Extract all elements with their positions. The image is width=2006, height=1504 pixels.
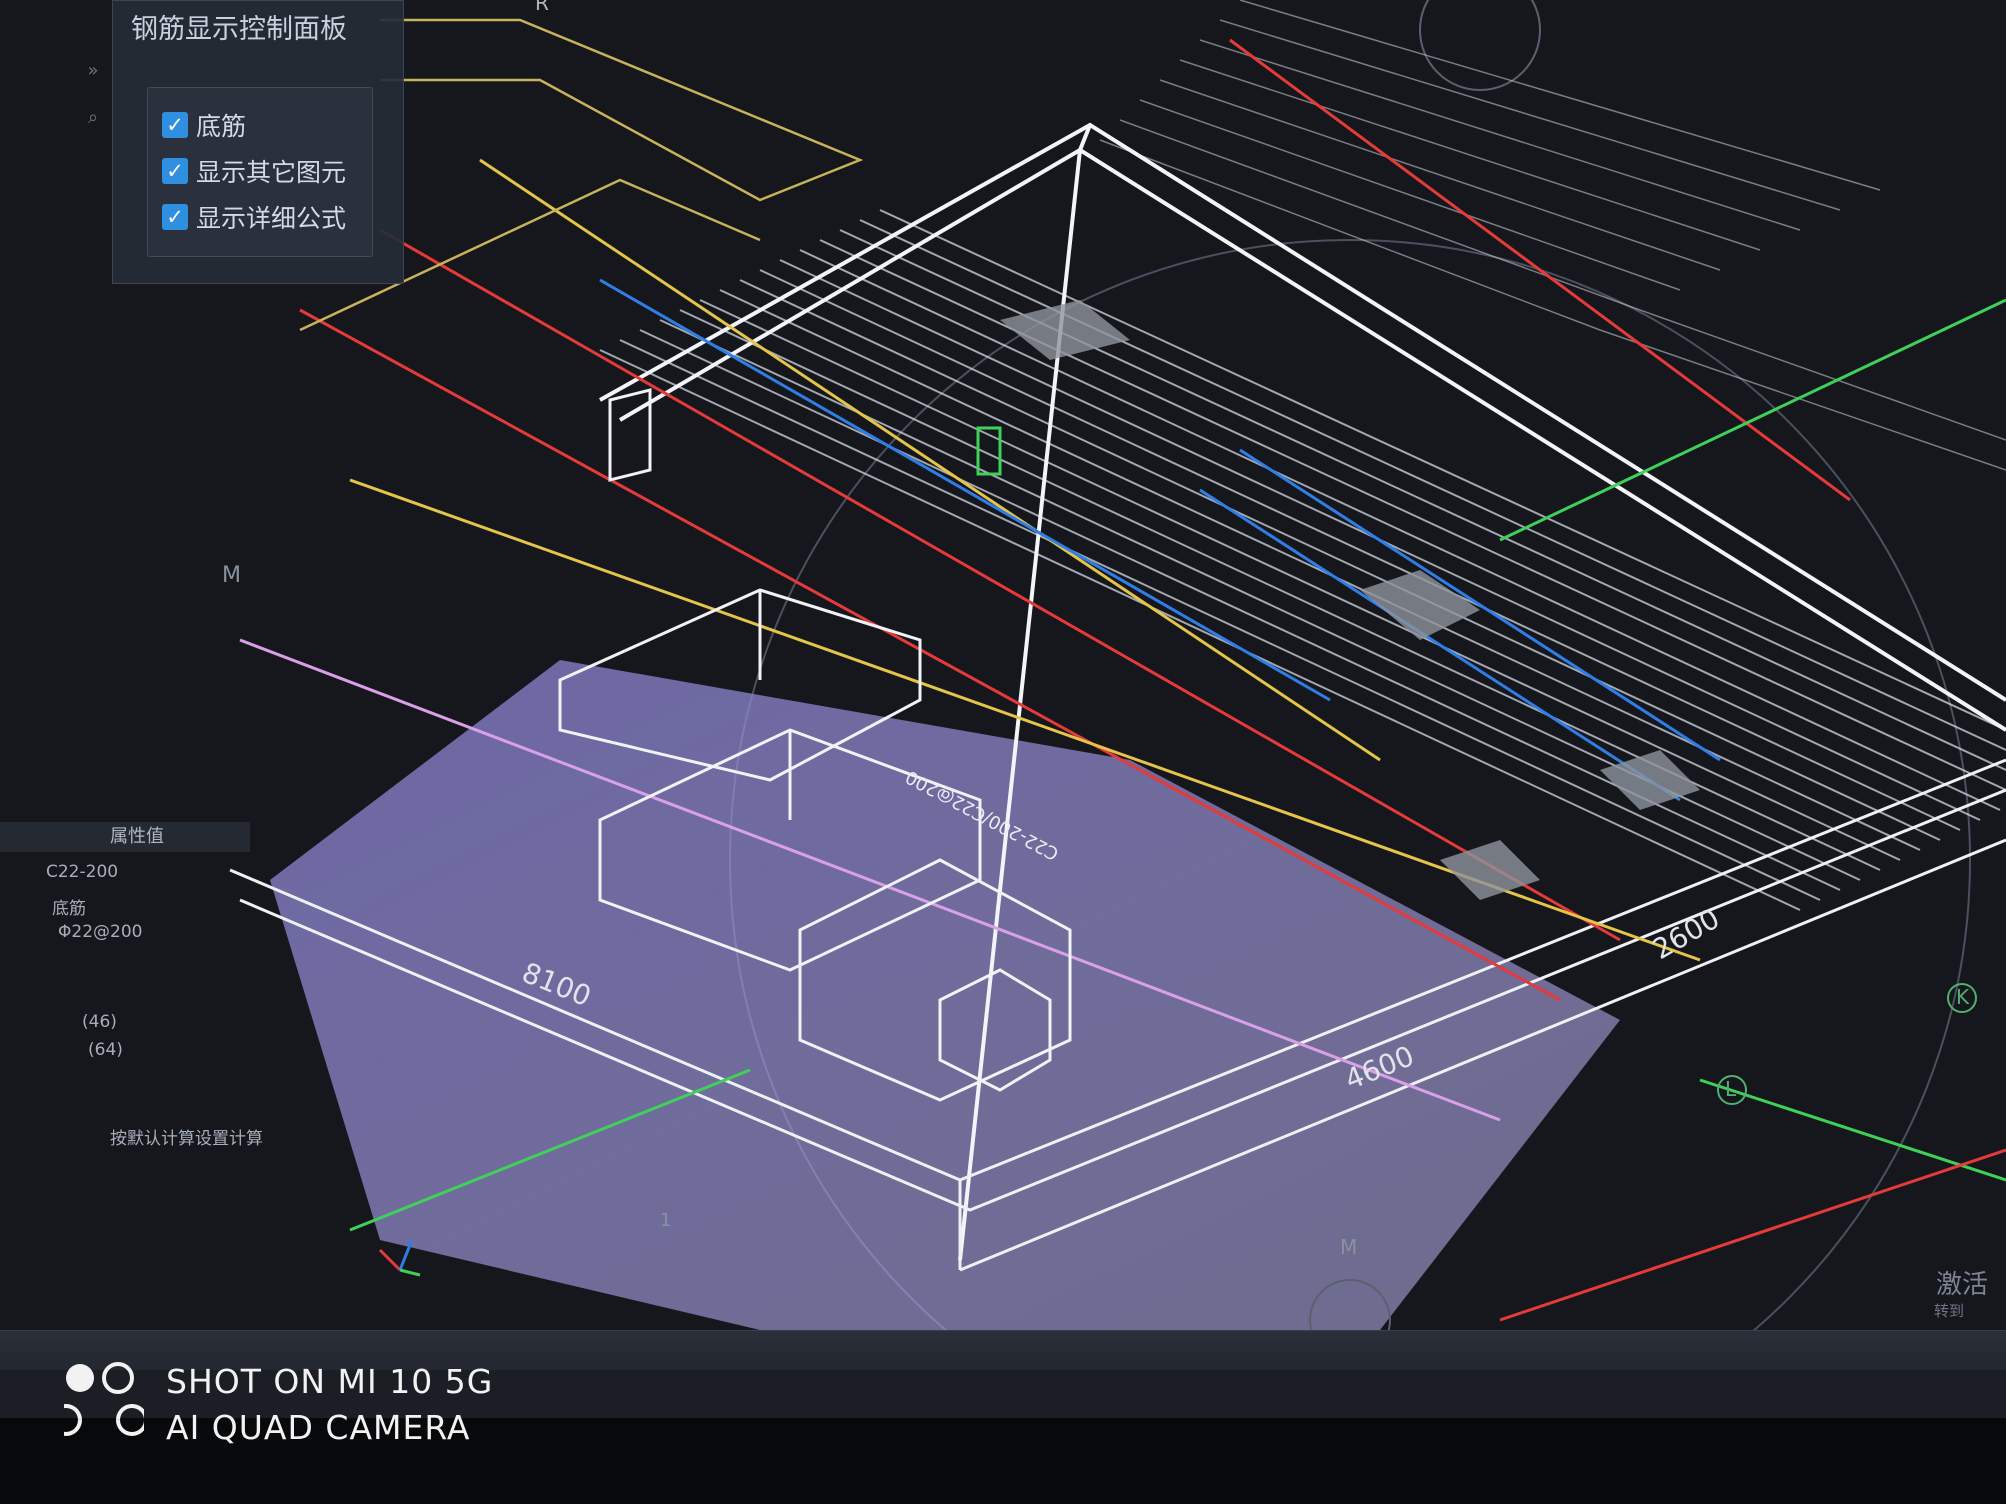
property-value[interactable]: C22-200	[46, 862, 118, 882]
axis-label-l: L	[1725, 1077, 1737, 1101]
activate-notice-sub: 转到	[1934, 1302, 1965, 1320]
camera-watermark-logo	[64, 1362, 144, 1436]
checkbox-check-icon[interactable]: ✓	[162, 112, 188, 138]
activate-notice-title: 激活	[1936, 1270, 1989, 1300]
panel-options-box: ✓ 底筋 ✓ 显示其它图元 ✓ 显示详细公式	[147, 87, 373, 257]
checkbox-check-icon[interactable]: ✓	[162, 204, 188, 230]
axis-label-m: M	[1340, 1235, 1357, 1259]
watermark-line-1: SHOT ON MI 10 5G	[166, 1362, 494, 1401]
checkbox-label: 显示详细公式	[196, 204, 347, 233]
axis-label-1: 1	[660, 1210, 671, 1231]
property-value[interactable]: 按默认计算设置计算	[110, 1124, 263, 1149]
property-value[interactable]: 底筋	[52, 894, 86, 919]
tool-strip: » ⌕	[78, 60, 108, 180]
checkbox-label: 显示其它图元	[196, 158, 347, 187]
property-value[interactable]: Φ22@200	[58, 922, 142, 942]
property-value[interactable]: (46)	[82, 1012, 117, 1032]
checkbox-check-icon[interactable]: ✓	[162, 158, 188, 184]
checkbox-show-detailed-formula[interactable]: ✓ 显示详细公式	[162, 198, 346, 236]
panel-title: 钢筋显示控制面板	[131, 14, 347, 45]
axis-label-r: R	[535, 0, 549, 15]
axis-circle	[1419, 0, 1541, 91]
property-table-header: 属性值	[0, 822, 250, 852]
slab-rebar-hatching-cross	[1099, 0, 2006, 471]
search-icon[interactable]: ⌕	[78, 107, 108, 128]
checkbox-label: 底筋	[196, 112, 247, 141]
watermark-line-2: AI QUAD CAMERA	[166, 1408, 471, 1447]
rebar-display-control-panel: 钢筋显示控制面板 ✓ 底筋 ✓ 显示其它图元 ✓ 显示详细公式	[112, 0, 404, 284]
expand-icon[interactable]: »	[78, 60, 108, 81]
checkbox-bottom-rebar[interactable]: ✓ 底筋	[162, 106, 246, 144]
axis-label-k: K	[1956, 985, 1970, 1009]
checkbox-show-other-elements[interactable]: ✓ 显示其它图元	[162, 152, 346, 190]
axis-label-m-left: M	[222, 563, 241, 588]
property-value[interactable]: (64)	[88, 1040, 123, 1060]
